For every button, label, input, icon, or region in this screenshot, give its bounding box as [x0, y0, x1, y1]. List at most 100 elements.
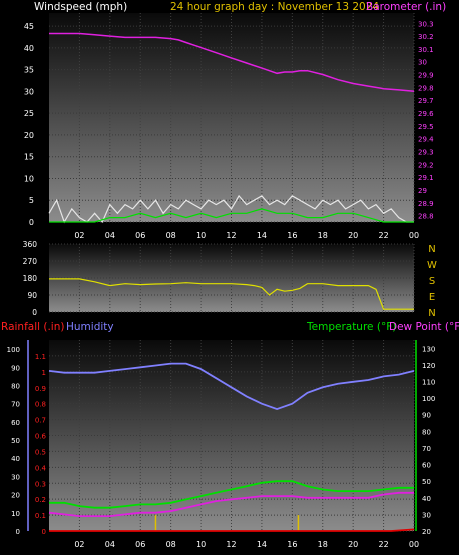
compass-label: W	[427, 260, 437, 271]
wind-tick-label: 45	[24, 22, 34, 31]
humidity-tick-label: 60	[11, 419, 20, 427]
temperature-tick-label: 80	[422, 428, 431, 436]
x-tick-label: 08	[166, 540, 176, 549]
compass-label: N	[428, 308, 435, 319]
x-tick-label: 12	[226, 231, 236, 240]
barometer-tick-label: 29.3	[418, 148, 434, 156]
barometer-tick-label: 30.3	[418, 20, 434, 28]
temperature-tick-label: 130	[422, 345, 435, 353]
barometer-tick-label: 30.1	[418, 46, 434, 54]
rain-tick-label: 0.1	[35, 512, 46, 520]
x-tick-label: 08	[166, 231, 176, 240]
direction-tick-label: 270	[23, 257, 38, 266]
wind-tick-label: 40	[24, 44, 34, 53]
temperature-axis-title: Temperature (°F)	[306, 321, 396, 333]
barometer-tick-label: 29.5	[418, 123, 434, 131]
rain-tick-label: 1.1	[35, 353, 46, 361]
temperature-tick-label: 110	[422, 379, 435, 387]
x-tick-label: 18	[318, 231, 328, 240]
direction-tick-label: 90	[27, 291, 37, 300]
humidity-tick-label: 10	[11, 510, 20, 518]
barometer-tick-label: 29.6	[418, 110, 434, 118]
wind-tick-label: 10	[24, 174, 34, 183]
humidity-tick-label: 20	[11, 492, 20, 500]
temperature-tick-label: 20	[422, 528, 431, 536]
x-tick-label: 20	[348, 540, 358, 549]
wind-axis-title: Windspeed (mph)	[34, 1, 127, 13]
x-tick-label: 04	[105, 231, 115, 240]
temperature-tick-label: 40	[422, 495, 431, 503]
x-tick-label: 00	[409, 231, 419, 240]
barometer-tick-label: 29.9	[418, 72, 434, 80]
barometer-tick-label: 29.7	[418, 97, 434, 105]
x-tick-label: 14	[257, 231, 267, 240]
x-tick-label: 12	[226, 540, 236, 549]
wind-tick-label: 30	[24, 87, 34, 96]
x-tick-label: 16	[287, 540, 297, 549]
x-tick-label: 20	[348, 231, 358, 240]
x-tick-label: 02	[74, 231, 84, 240]
rain-tick-label: 1	[42, 369, 46, 377]
temperature-tick-label: 50	[422, 478, 431, 486]
barometer-tick-label: 30.2	[418, 33, 434, 41]
x-tick-label: 10	[196, 231, 206, 240]
direction-tick-label: 0	[32, 308, 37, 317]
direction-tick-label: 180	[23, 274, 38, 283]
compass-label: N	[428, 244, 435, 255]
barometer-tick-label: 29	[418, 187, 427, 195]
humidity-tick-label: 100	[7, 346, 20, 354]
temperature-tick-label: 60	[422, 462, 431, 470]
rain-tick-label: 0.6	[35, 433, 47, 441]
rain-tick-label: 0	[42, 528, 46, 536]
wind-tick-label: 25	[24, 109, 34, 118]
dewpoint-axis-title: Dew Point (°F)	[389, 321, 459, 333]
rain-tick-label: 0.8	[35, 401, 46, 409]
direction-tick-label: 360	[23, 240, 38, 249]
barometer-tick-label: 29.2	[418, 161, 434, 169]
barometer-tick-label: 29.1	[418, 174, 434, 182]
wind-tick-label: 5	[29, 196, 34, 205]
x-tick-label: 18	[318, 540, 328, 549]
wind-tick-label: 20	[24, 131, 34, 140]
compass-label: S	[429, 276, 435, 287]
humidity-tick-label: 90	[11, 364, 20, 372]
barometer-axis-title: Barometer (.in)	[366, 1, 446, 13]
rain-tick-label: 0.7	[35, 417, 46, 425]
temperature-tick-label: 120	[422, 362, 435, 370]
x-tick-label: 04	[105, 540, 115, 549]
temperature-tick-label: 100	[422, 395, 435, 403]
humidity-tick-label: 30	[11, 473, 20, 481]
x-tick-label: 14	[257, 540, 267, 549]
rain-tick-label: 0.4	[35, 464, 47, 472]
x-tick-label: 10	[196, 540, 206, 549]
humidity-tick-label: 50	[11, 437, 20, 445]
x-tick-label: 22	[378, 540, 388, 549]
rain-tick-label: 0.2	[35, 496, 46, 504]
temperature-tick-label: 90	[422, 412, 431, 420]
weather-graph: Windspeed (mph) 24 hour graph day : Nove…	[1, 1, 459, 549]
barometer-tick-label: 29.4	[418, 136, 434, 144]
temperature-tick-label: 30	[422, 511, 431, 519]
rainfall-axis-title: Rainfall (.in)	[1, 321, 64, 333]
rain-tick-label: 0.5	[35, 448, 46, 456]
humidity-tick-label: 40	[11, 455, 20, 463]
x-tick-label: 06	[135, 540, 145, 549]
humidity-tick-label: 70	[11, 401, 20, 409]
rain-tick-label: 0.3	[35, 480, 46, 488]
barometer-tick-label: 29.8	[418, 84, 434, 92]
x-tick-label: 02	[74, 540, 84, 549]
chart-title: 24 hour graph day : November 13 2024	[170, 1, 379, 13]
humidity-tick-label: 80	[11, 382, 20, 390]
rain-tick-label: 0.9	[35, 385, 46, 393]
x-tick-label: 00	[409, 540, 419, 549]
wind-tick-label: 35	[24, 66, 34, 75]
barometer-tick-label: 28.9	[418, 200, 434, 208]
barometer-tick-label: 30	[418, 59, 427, 67]
x-tick-label: 06	[135, 231, 145, 240]
wind-tick-label: 0	[29, 218, 34, 227]
wind-tick-label: 15	[24, 153, 34, 162]
x-tick-label: 16	[287, 231, 297, 240]
x-tick-label: 22	[378, 231, 388, 240]
compass-label: E	[429, 292, 435, 303]
humidity-tick-label: 0	[16, 528, 20, 536]
